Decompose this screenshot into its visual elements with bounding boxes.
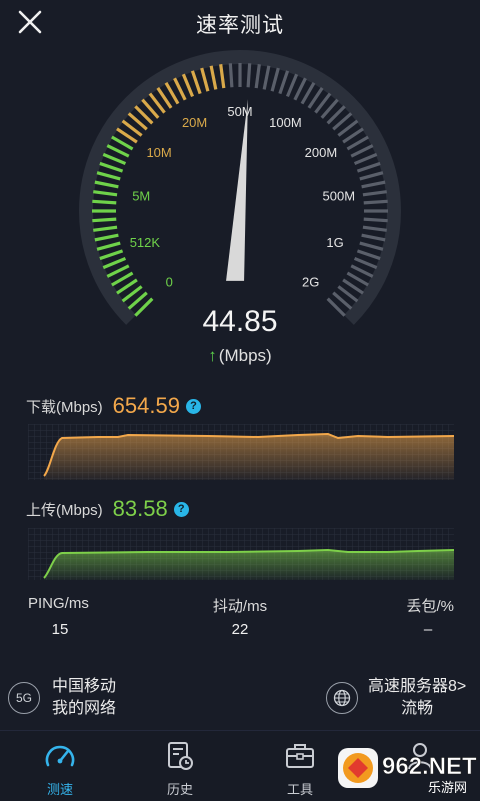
gauge-tick (359, 171, 384, 181)
globe-icon (326, 682, 358, 714)
gauge-tick (93, 225, 118, 232)
current-speed-value: 44.85 (202, 305, 278, 338)
gauge-tick (106, 264, 130, 278)
gauge-tick (92, 217, 117, 223)
gauge-scale-label: 200M (305, 145, 338, 160)
upload-help-icon[interactable]: ? (173, 501, 189, 517)
history-icon (168, 742, 193, 770)
tab-history[interactable]: 历史 (120, 731, 240, 801)
ping-label: PING/ms (28, 595, 89, 612)
gauge-tick (228, 63, 234, 88)
gauge-tick (356, 249, 381, 261)
top-bar: 速率测试 (0, 0, 480, 44)
tab-speed-test-label: 测速 (46, 782, 73, 797)
gauge-scale-label: 50M (227, 104, 252, 119)
gauge-tick (102, 152, 127, 166)
network-name: 我的网络 (52, 700, 117, 717)
gauge-tick (96, 171, 121, 181)
gauge-tick (92, 199, 117, 205)
gauge-tick (173, 77, 187, 101)
gauge-tick (190, 70, 202, 95)
gauge-scale-label: 2G (302, 275, 319, 290)
gauge-tick (106, 144, 130, 158)
gauge-scale-label: 0 (166, 275, 173, 290)
gauge-scale-label: 500M (323, 188, 356, 203)
server-info[interactable]: 高速服务器8> 流畅 (326, 676, 466, 720)
gauge-tick (353, 256, 378, 270)
network-5g-icon: 5G (8, 682, 40, 714)
upload-value: 83.58 (112, 496, 168, 521)
ping-value: 15 (51, 621, 69, 638)
site-watermark-logo: 962.NET 乐游网 (338, 748, 477, 795)
gauge-scale-label: 1G (326, 235, 343, 250)
jitter-label: 抖动/ms (212, 598, 268, 615)
jitter-value: 22 (231, 621, 249, 638)
gauge-tick (254, 64, 261, 89)
gauge-tick (359, 241, 384, 251)
page-title: 速率测试 (196, 14, 284, 37)
network-info[interactable]: 5G 中国移动 我的网络 (8, 676, 116, 720)
gauge-tick (362, 190, 387, 197)
tab-history-label: 历史 (166, 782, 193, 797)
gauge-tick (353, 152, 378, 166)
speed-unit: ↑ (Mbps) (140, 346, 340, 366)
gauge-tick (361, 233, 386, 242)
gauge-tick (246, 63, 252, 88)
gauge-scale-label: 5M (132, 188, 150, 203)
gauge-tick (200, 67, 210, 92)
upload-label: 上传(Mbps) (26, 501, 103, 519)
gauge-scale-label: 10M (146, 145, 171, 160)
download-help-icon[interactable]: ? (185, 398, 201, 414)
gauge-tick (285, 73, 299, 98)
server-name: 高速服务器8> (368, 678, 467, 695)
gauge-tick (350, 264, 374, 278)
gauge-tick (362, 225, 387, 232)
gauge-tick (181, 73, 195, 98)
gauge-tick (93, 190, 118, 197)
gauge-tick (96, 241, 121, 251)
gauge-tick (293, 77, 307, 101)
download-header: 下载(Mbps) 654.59 ? (26, 391, 201, 421)
gauge-tick (278, 70, 290, 95)
packet-loss-label: 丢包/% (406, 598, 454, 615)
gauge-scale-label: 100M (269, 115, 302, 130)
download-value: 654.59 (112, 393, 180, 418)
server-status: 流畅 (401, 700, 434, 717)
gauge-tick (94, 233, 119, 242)
gauge-tick (94, 180, 119, 189)
gauge-scale-label: 512K (130, 235, 161, 250)
toolbox-icon (286, 744, 314, 768)
gauge-tick (209, 65, 218, 90)
gauge-tick (270, 67, 280, 92)
gauge-tick (350, 144, 374, 158)
upload-graph (28, 528, 454, 580)
gauge-tick (99, 161, 124, 173)
download-graph (28, 424, 454, 480)
speedometer-icon (45, 745, 75, 767)
gauge-tick (356, 161, 381, 173)
carrier-name: 中国移动 (52, 678, 117, 695)
watermark-text: 962.NET (382, 753, 477, 780)
gauge-tick (363, 217, 388, 223)
gauge-tick (363, 199, 388, 205)
gauge-tick (99, 249, 124, 261)
gauge-tick (219, 64, 226, 89)
arrow-up-icon: ↑ (208, 346, 217, 365)
packet-loss-value: – (423, 621, 433, 638)
speed-unit-label: (Mbps) (218, 346, 272, 365)
gauge-needle (226, 99, 248, 281)
gauge-tick (262, 65, 271, 90)
gauge-scale-label: 20M (182, 115, 207, 130)
server-text: 高速服务器8> 流畅 (368, 676, 466, 720)
upload-header: 上传(Mbps) 83.58 ? (26, 494, 189, 524)
download-label: 下载(Mbps) (26, 398, 103, 416)
watermark-sub: 乐游网 (428, 780, 467, 795)
gauge-tick (102, 256, 127, 270)
tab-speed-test[interactable]: 测速 (0, 731, 120, 801)
network-text: 中国移动 我的网络 (52, 676, 116, 720)
gauge-tick (361, 180, 386, 189)
